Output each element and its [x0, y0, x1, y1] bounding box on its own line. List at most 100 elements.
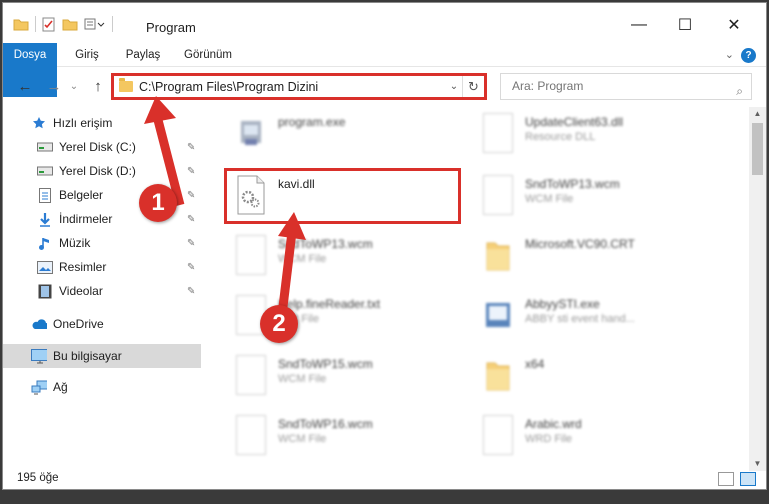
tab-paylas[interactable]: Paylaş — [115, 43, 171, 67]
file-list: program.exe kavi.dll SndToWP13.wcm WCM F… — [203, 107, 738, 461]
address-bar[interactable]: C:\Program Files\Program Dizini ⌄ ↻ — [111, 73, 487, 100]
folder-item[interactable]: Microsoft.VC90.CRT — [475, 229, 715, 283]
file-name: SndToWP13.wcm — [525, 177, 620, 191]
sidebar-item-local-disk-d[interactable]: Yerel Disk (D:) ✎ — [3, 159, 201, 183]
generic-file-icon — [483, 415, 513, 455]
search-input[interactable] — [512, 74, 712, 99]
large-icons-view-icon[interactable] — [740, 472, 756, 486]
file-item[interactable]: SndToWP13.wcm WCM File — [228, 229, 468, 283]
folder-icon — [486, 242, 510, 271]
window-title: Program — [146, 20, 196, 35]
file-name: x64 — [525, 357, 545, 371]
details-view-icon[interactable] — [718, 472, 734, 486]
file-type: WCM File — [278, 373, 327, 385]
computer-icon — [31, 348, 47, 364]
file-item[interactable]: SndToWP16.wcm WCM File — [228, 409, 468, 461]
generic-file-icon — [236, 355, 266, 395]
vertical-scrollbar[interactable]: ▲ ▼ — [749, 107, 766, 471]
sidebar-item-label: Hızlı erişim — [53, 116, 113, 130]
file-item[interactable]: program.exe — [228, 107, 468, 161]
drive-icon — [37, 163, 53, 179]
explorer-window: Program — ☐ ✕ Dosya Giriş Paylaş Görünüm… — [2, 2, 767, 490]
file-item[interactable]: Arabic.wrd WRD File — [475, 409, 715, 461]
sidebar-item-network[interactable]: Ağ — [3, 375, 201, 399]
minimize-button[interactable]: — — [616, 11, 662, 39]
file-type: WCM File — [278, 253, 327, 265]
folder-icon — [486, 362, 510, 391]
sidebar-item-pictures[interactable]: Resimler ✎ — [3, 255, 201, 279]
file-name: Microsoft.VC90.CRT — [525, 237, 635, 251]
folder-icon — [13, 19, 29, 31]
file-name: program.exe — [278, 115, 346, 129]
status-bar: 195 öğe — [3, 469, 766, 489]
file-name: Help.fineReader.txt — [278, 297, 381, 311]
step-2-badge: 2 — [260, 305, 298, 343]
dll-file-icon — [483, 113, 513, 153]
sidebar-item-label: Müzik — [59, 236, 91, 250]
file-name: AbbyySTI.exe — [525, 297, 600, 311]
sidebar-item-label: OneDrive — [53, 317, 104, 331]
sidebar-item-label: Yerel Disk (D:) — [59, 164, 136, 178]
pin-icon: ✎ — [187, 213, 196, 225]
sidebar-item-label: Ağ — [53, 380, 68, 394]
pin-icon: ✎ — [187, 165, 196, 177]
properties-icon[interactable] — [42, 17, 56, 32]
customize-toolbar-icon[interactable] — [84, 17, 106, 31]
sidebar-item-quick-access[interactable]: Hızlı erişim — [3, 111, 201, 135]
videos-icon — [37, 283, 53, 299]
address-dropdown-icon[interactable]: ⌄ — [446, 81, 462, 92]
file-item[interactable]: SndToWP15.wcm WCM File — [228, 349, 468, 403]
network-icon — [31, 379, 47, 395]
file-item[interactable]: UpdateClient63.dll Resource DLL — [475, 107, 715, 161]
tab-gorunum[interactable]: Görünüm — [171, 43, 245, 67]
sidebar-item-label: Bu bilgisayar — [53, 349, 122, 363]
quick-access-toolbar — [13, 16, 113, 32]
pin-icon: ✎ — [187, 237, 196, 249]
forward-button[interactable]: → — [43, 75, 65, 97]
maximize-button[interactable]: ☐ — [662, 11, 708, 39]
expand-ribbon-icon[interactable]: ⌄ — [725, 48, 734, 61]
file-name: SndToWP16.wcm — [278, 417, 373, 431]
search-box[interactable]: ⌕ — [500, 73, 752, 100]
ribbon-tabs: Dosya Giriş Paylaş Görünüm ⌄ ? — [3, 43, 766, 97]
sidebar-item-this-pc[interactable]: Bu bilgisayar — [3, 344, 201, 368]
generic-file-icon — [236, 415, 266, 455]
tab-giris[interactable]: Giriş — [59, 43, 115, 67]
pictures-icon — [37, 259, 53, 275]
generic-file-icon — [236, 235, 266, 275]
music-icon — [37, 235, 53, 251]
refresh-button[interactable]: ↻ — [462, 76, 484, 97]
sidebar-item-label: Belgeler — [59, 188, 104, 202]
address-path[interactable]: C:\Program Files\Program Dizini — [139, 80, 446, 94]
file-item[interactable]: AbbyySTI.exe ABBY sti event hand... — [475, 289, 715, 343]
close-button[interactable]: ✕ — [711, 11, 757, 39]
generic-file-icon — [483, 175, 513, 215]
separator — [112, 16, 113, 32]
file-name: SndToWP15.wcm — [278, 357, 373, 371]
pin-icon: ✎ — [187, 285, 196, 297]
folder-item[interactable]: x64 — [475, 349, 715, 403]
sidebar-item-videos[interactable]: Videolar ✎ — [3, 279, 201, 303]
sidebar-item-local-disk-c[interactable]: Yerel Disk (C:) ✎ — [3, 135, 201, 159]
exe-file-icon — [241, 121, 261, 145]
separator — [35, 16, 36, 32]
scroll-up-icon[interactable]: ▲ — [749, 107, 766, 121]
drive-icon — [37, 139, 53, 155]
sidebar-item-music[interactable]: Müzik ✎ — [3, 231, 201, 255]
sidebar-item-onedrive[interactable]: OneDrive — [3, 312, 201, 336]
help-icon[interactable]: ? — [741, 48, 756, 63]
sidebar-item-label: Yerel Disk (C:) — [59, 140, 136, 154]
recent-locations-button[interactable]: ⌄ — [63, 75, 85, 97]
file-type: WCM File — [278, 433, 327, 445]
item-count: 195 öğe — [17, 472, 59, 484]
up-button[interactable]: ↑ — [87, 75, 109, 97]
search-icon[interactable]: ⌕ — [736, 79, 743, 104]
view-switcher — [718, 472, 756, 486]
scroll-thumb[interactable] — [752, 123, 763, 175]
file-item[interactable]: SndToWP13.wcm WCM File — [475, 169, 715, 223]
back-button[interactable]: ← — [14, 75, 36, 97]
onedrive-icon — [31, 316, 47, 332]
new-folder-icon[interactable] — [62, 17, 78, 31]
sidebar-item-label: Videolar — [59, 284, 103, 298]
file-type: WCM File — [525, 193, 574, 205]
